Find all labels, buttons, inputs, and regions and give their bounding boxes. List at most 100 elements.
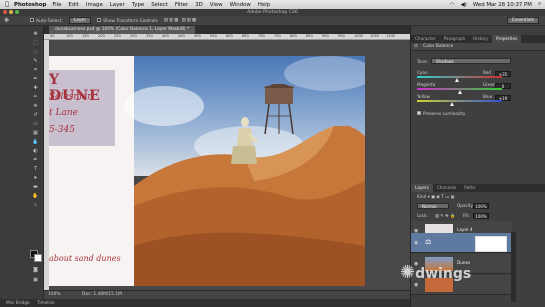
ruler-tick-label: 50 <box>50 34 55 38</box>
menu-file[interactable]: File <box>52 2 61 8</box>
blend-mode-dropdown[interactable]: Normal <box>417 203 449 209</box>
spotlight-search-icon[interactable]: ⌕ <box>538 1 541 8</box>
layer-name[interactable]: Layer 4 <box>457 227 473 232</box>
tab-character[interactable]: Character <box>411 35 440 43</box>
zoom-window-button[interactable] <box>15 10 19 14</box>
layers-tabbar: Layers Channels Paths <box>411 184 545 192</box>
tab-history[interactable]: History <box>469 35 492 43</box>
layer-row[interactable]: ◉ ⚖ <box>411 233 512 253</box>
hand-tool-icon[interactable]: ✋ <box>31 192 40 200</box>
preserve-luminosity-checkbox[interactable]: Preserve Luminosity <box>417 111 465 116</box>
ruler-tick-label: 650 <box>242 34 249 38</box>
menu-image[interactable]: Image <box>86 2 103 8</box>
gradient-tool-icon[interactable]: ▦ <box>31 129 40 137</box>
tab-mini-bridge[interactable]: Mini Bridge <box>6 300 30 305</box>
history-brush-tool-icon[interactable]: ↺ <box>31 111 40 119</box>
menu-layer[interactable]: Layer <box>110 2 125 8</box>
yellow-blue-slider[interactable] <box>417 100 502 106</box>
close-window-button[interactable] <box>3 10 7 14</box>
color-balance-adjustment-icon: ⚖ <box>425 238 432 246</box>
tone-dropdown[interactable]: Shadows <box>431 58 511 64</box>
ruler-tick-label: 150 <box>82 34 89 38</box>
type-tool-icon[interactable]: T <box>31 165 40 173</box>
artwork-line-4: 5-345 <box>49 125 75 135</box>
move-tool-icon[interactable]: ✥ <box>31 30 40 38</box>
ruler-tick-label: 600 <box>226 34 233 38</box>
menu-select[interactable]: Select <box>151 2 168 8</box>
slider-thumb[interactable] <box>449 102 454 106</box>
lock-icons[interactable]: ▨ ✎ ✥ 🔒 <box>435 213 455 219</box>
tab-channels[interactable]: Channels <box>433 184 460 192</box>
minimize-window-button[interactable] <box>9 10 13 14</box>
cyan-red-slider[interactable] <box>417 76 502 82</box>
ruler-tick-label: 300 <box>130 34 137 38</box>
eyedropper-tool-icon[interactable]: ✒ <box>31 75 40 83</box>
background-color-swatch[interactable] <box>34 254 42 262</box>
document-tab[interactable]: dunebusiness.psd @ 100% (Color Balance 1… <box>49 26 196 34</box>
volume-icon[interactable]: ◀) <box>461 2 467 8</box>
quick-mask-icon[interactable]: ◙ <box>31 266 40 274</box>
ruler-tick-label: 900 <box>322 34 329 38</box>
tab-timeline[interactable]: Timeline <box>37 300 55 305</box>
menu-edit[interactable]: Edit <box>68 2 78 8</box>
crop-tool-icon[interactable]: ⌗ <box>31 66 40 74</box>
slider-red-label: Red <box>483 70 491 75</box>
screen-mode-icon[interactable]: ▣ <box>31 276 40 284</box>
healing-tool-icon[interactable]: ✚ <box>31 84 40 92</box>
auto-select-checkbox[interactable]: Auto-Select: <box>30 17 63 24</box>
menu-type[interactable]: Type <box>132 2 144 8</box>
ruler-tick-label: 250 <box>114 34 121 38</box>
zoom-tool-icon[interactable]: ⌕ <box>31 201 40 209</box>
slider-thumb[interactable] <box>457 90 462 94</box>
dodge-tool-icon[interactable]: ◐ <box>31 147 40 155</box>
menu-3d[interactable]: 3D <box>195 2 203 8</box>
move-tool-icon[interactable]: ✥ <box>4 17 9 24</box>
menu-help[interactable]: Help <box>258 2 270 8</box>
eye-icon[interactable]: ◉ <box>414 240 418 246</box>
menu-filter[interactable]: Filter <box>175 2 188 8</box>
show-transform-checkbox[interactable]: Show Transform Controls <box>97 17 158 24</box>
quick-select-tool-icon[interactable]: ✎ <box>31 57 40 65</box>
opacity-value[interactable]: 100% <box>473 203 489 209</box>
slider-thumb[interactable] <box>454 78 459 82</box>
slider-yellow-label: Yellow <box>417 94 430 99</box>
blur-tool-icon[interactable]: 💧 <box>31 138 40 146</box>
auto-select-dropdown[interactable]: Layer <box>68 17 92 24</box>
statue-image <box>231 117 259 164</box>
mac-menubar:  Photoshop File Edit Image Layer Type S… <box>0 0 545 9</box>
ruler-tick-label: 800 <box>290 34 297 38</box>
canvas-area[interactable]: Y DUNE Salesman t Lane 5-345 about sand … <box>49 40 410 290</box>
doc-size[interactable]: Doc: 1.48M/15.1M <box>82 292 122 297</box>
layer-mask-thumbnail[interactable] <box>475 236 507 252</box>
tab-paths[interactable]: Paths <box>460 184 479 192</box>
fill-value[interactable]: 100% <box>473 213 489 219</box>
properties-tabbar: Character Paragraph History Properties <box>411 35 545 43</box>
menu-window[interactable]: Window <box>230 2 251 8</box>
zoom-level[interactable]: 100% <box>48 292 61 297</box>
tab-paragraph[interactable]: Paragraph <box>440 35 469 43</box>
artboard[interactable]: Y DUNE Salesman t Lane 5-345 about sand … <box>49 56 365 286</box>
eraser-tool-icon[interactable]: ▭ <box>31 120 40 128</box>
marquee-tool-icon[interactable]: ⬚ <box>31 39 40 47</box>
tab-properties[interactable]: Properties <box>492 35 522 43</box>
apple-menu-icon[interactable]:  <box>0 1 14 8</box>
app-menu[interactable]: Photoshop <box>14 2 46 8</box>
pen-tool-icon[interactable]: ✒ <box>31 156 40 164</box>
title-block: Y DUNE Salesman t Lane 5-345 <box>49 70 115 146</box>
properties-title: Color Balance <box>423 44 454 49</box>
workspace-dropdown[interactable]: Essentials <box>507 17 539 24</box>
shape-tool-icon[interactable]: ▬ <box>31 183 40 191</box>
wifi-icon[interactable]: ◠ <box>450 2 455 8</box>
clock[interactable]: Wed Mar 28 10:37 PM <box>473 2 532 8</box>
magenta-green-slider[interactable] <box>417 88 502 94</box>
filter-kind[interactable]: Kind ▾ ▣ ◉ T ▭ ▦ <box>417 194 454 199</box>
lasso-tool-icon[interactable]: ◌ <box>31 48 40 56</box>
ruler-tick-label: 550 <box>210 34 217 38</box>
menu-view[interactable]: View <box>210 2 223 8</box>
brush-tool-icon[interactable]: ✏ <box>31 93 40 101</box>
slider-green-label: Green <box>483 82 496 87</box>
stamp-tool-icon[interactable]: ⎈ <box>31 102 40 110</box>
tab-layers[interactable]: Layers <box>411 184 433 192</box>
align-icons[interactable]: ▤▥▦ ▧▨▩ <box>164 18 197 23</box>
path-select-tool-icon[interactable]: ➤ <box>31 174 40 182</box>
